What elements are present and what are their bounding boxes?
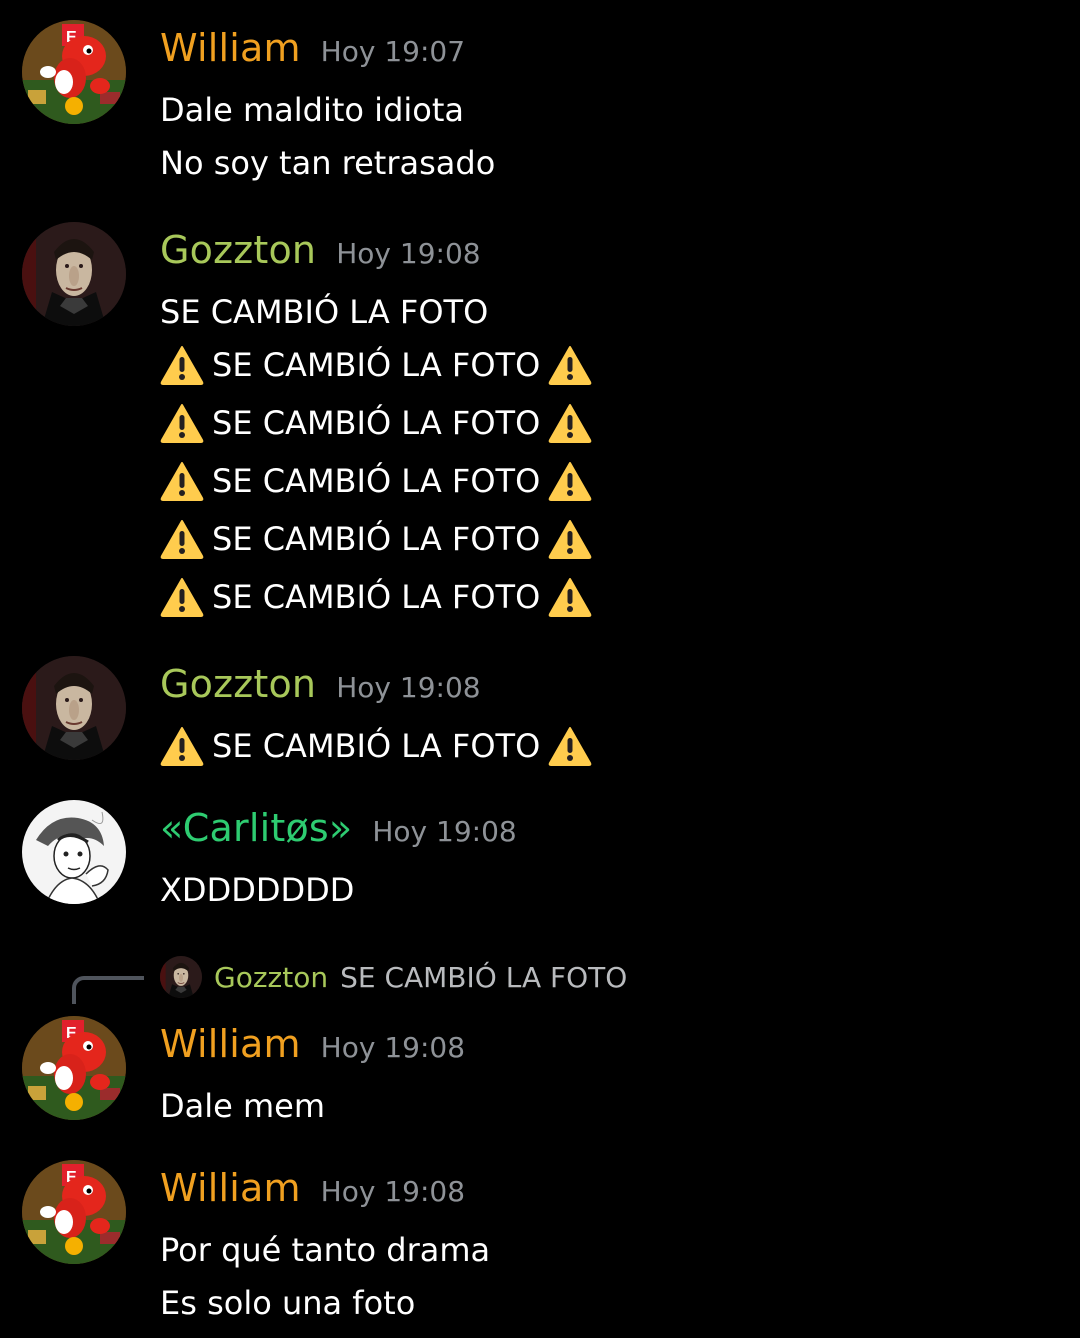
message-header: William Hoy 19:07 [160,26,465,78]
message-line: Es solo una foto [160,1284,416,1322]
timestamp: Hoy 19:08 [336,671,481,704]
avatar[interactable] [22,1160,126,1264]
reply-spine [72,976,144,1004]
message-header: Gozzton Hoy 19:08 [160,662,481,714]
avatar[interactable] [22,800,126,904]
message-header: Gozzton Hoy 19:08 [160,228,481,280]
username[interactable]: William [160,26,301,70]
reply-text: SE CAMBIÓ LA FOTO [340,960,628,994]
message-line: SE CAMBIÓ LA FOTO [160,726,592,766]
avatar[interactable] [22,222,126,326]
yoshi-avatar-icon [22,1016,126,1120]
message-line: SE CAMBIÓ LA FOTO [160,345,592,385]
reply-reference[interactable]: Gozzton SE CAMBIÓ LA FOTO [160,955,627,999]
anime-sketch-avatar-icon [22,800,126,904]
warning-icon [548,519,592,559]
message-line: Dale maldito idiota [160,91,464,129]
username[interactable]: William [160,1166,301,1210]
timestamp: Hoy 19:08 [372,815,517,848]
warning-icon [160,577,204,617]
avatar[interactable] [22,20,126,124]
avatar[interactable] [22,1016,126,1120]
warning-icon [548,726,592,766]
username[interactable]: «Carlitøs» [160,806,352,850]
username[interactable]: William [160,1022,301,1066]
message-header: «Carlitøs» Hoy 19:08 [160,806,517,858]
warning-icon [548,345,592,385]
timestamp: Hoy 19:08 [320,1175,466,1208]
message-line: XDDDDDDD [160,871,355,909]
message-header: William Hoy 19:08 [160,1166,465,1218]
dracula-avatar-icon [22,656,126,760]
dracula-avatar-icon [22,222,126,326]
timestamp: Hoy 19:08 [336,237,481,270]
reply-author[interactable]: Gozzton [214,961,328,994]
message-line: SE CAMBIÓ LA FOTO [160,461,592,501]
message-line: Dale mem [160,1087,326,1125]
dracula-avatar-icon [160,956,202,998]
warning-icon [160,726,204,766]
message-line: SE CAMBIÓ LA FOTO [160,293,489,331]
message-line: SE CAMBIÓ LA FOTO [160,403,592,443]
message-header: William Hoy 19:08 [160,1022,465,1074]
warning-icon [160,461,204,501]
message-line: SE CAMBIÓ LA FOTO [160,577,592,617]
message-line: No soy tan retrasado [160,144,496,182]
timestamp: Hoy 19:08 [320,1031,466,1064]
warning-icon [548,403,592,443]
reply-avatar [160,956,202,998]
warning-icon [548,577,592,617]
avatar[interactable] [22,656,126,760]
message-line: Por qué tanto drama [160,1231,491,1269]
yoshi-avatar-icon [22,20,126,124]
username[interactable]: Gozzton [160,228,316,272]
timestamp: Hoy 19:07 [320,35,466,68]
warning-icon [548,461,592,501]
warning-icon [160,519,204,559]
message-line: SE CAMBIÓ LA FOTO [160,519,592,559]
warning-icon [160,345,204,385]
warning-icon [160,403,204,443]
username[interactable]: Gozzton [160,662,316,706]
yoshi-avatar-icon [22,1160,126,1264]
